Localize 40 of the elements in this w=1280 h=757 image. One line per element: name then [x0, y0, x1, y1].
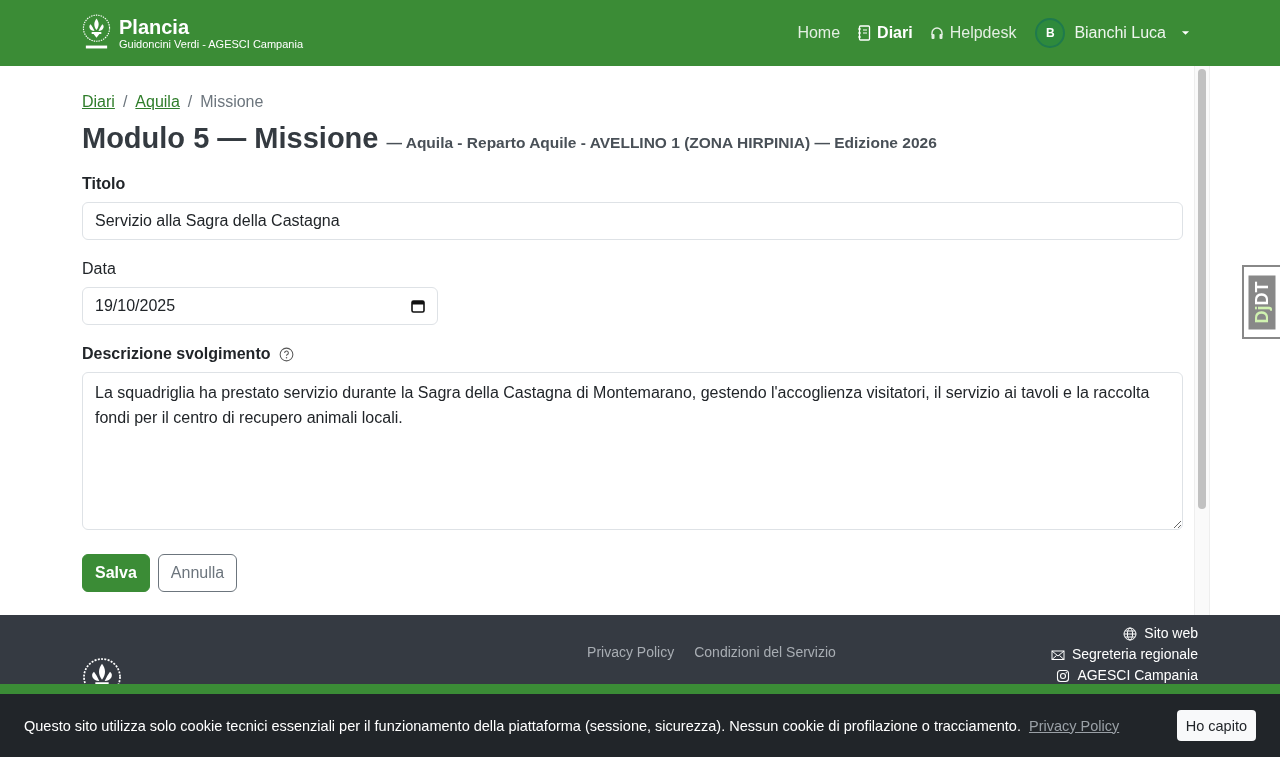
user-avatar: B	[1035, 18, 1066, 48]
user-menu[interactable]: B Bianchi Luca	[1035, 18, 1198, 48]
cookie-message: Questo sito utilizza solo cookie tecnici essenziali per il funzionamento della piattaforma (sessione, sicurezza). Nessun cookie di profilazione o tracciamento.	[24, 717, 1021, 734]
footer-contact-link[interactable]: Segreteria regionale	[1050, 646, 1198, 663]
cancel-button[interactable]: Annulla	[157, 554, 238, 592]
nav-link[interactable]: Home	[797, 24, 841, 42]
field-label: Titolo	[82, 175, 126, 193]
field-label: Descrizione svolgimento	[82, 345, 271, 363]
privacy-policy-link[interactable]: Privacy Policy	[1028, 717, 1120, 734]
calendar-icon[interactable]	[411, 299, 425, 313]
globe-icon	[1123, 626, 1138, 641]
caret-icon	[1181, 30, 1190, 36]
breadcrumb-link[interactable]: Diari	[82, 92, 115, 112]
help-icon[interactable]	[278, 346, 294, 362]
breadcrumb-separator: /	[122, 92, 128, 112]
page-title: Modulo 5 — Missione	[82, 122, 379, 155]
breadcrumb-current: Missione	[200, 92, 264, 112]
date-input[interactable]: 19/10/2025	[82, 287, 438, 325]
scrollbar[interactable]	[1194, 66, 1210, 615]
instagram-icon	[1056, 668, 1071, 683]
debug-toolbar-handle[interactable]: DjDT	[1242, 265, 1280, 339]
envelope-icon	[1050, 647, 1065, 662]
headset-icon	[929, 25, 944, 41]
brand-title[interactable]: Plancia	[119, 15, 304, 38]
title-input[interactable]: Servizio alla Sagra della Castagna	[82, 202, 1183, 240]
footer-contact-link[interactable]: AGESCI Campania	[1056, 667, 1198, 684]
accept-cookies-button[interactable]: Ho capito	[1176, 710, 1256, 741]
save-button[interactable]: Salva	[82, 554, 150, 592]
description-textarea[interactable]: La squadriglia ha prestato servizio durante la Sagra della Castagna di Montemarano, gestendo l'accoglienza visitatori, il servizio ai tavoli e la raccolta fondi per il centro di recupero animali locali.	[82, 372, 1183, 530]
nav-link[interactable]: Helpdesk	[929, 24, 1017, 42]
breadcrumb-link[interactable]: Aquila	[135, 92, 180, 112]
brand-subtitle: Guidoncini Verdi - AGESCI Campania	[119, 37, 304, 51]
notebook-icon	[857, 25, 872, 41]
nav-link[interactable]: Diari	[857, 24, 913, 42]
footer-link[interactable]: Privacy Policy	[587, 644, 675, 660]
field-label: Data	[82, 260, 116, 278]
footer-link[interactable]: Condizioni del Servizio	[694, 644, 836, 660]
page-subtitle: — Aquila - Reparto Aquile - AVELLINO 1 (ZONA HIRPINIA) — Edizione 2026	[386, 134, 937, 152]
breadcrumb-separator: /	[187, 92, 193, 112]
footer-contact-link[interactable]: Sito web	[1123, 625, 1198, 642]
